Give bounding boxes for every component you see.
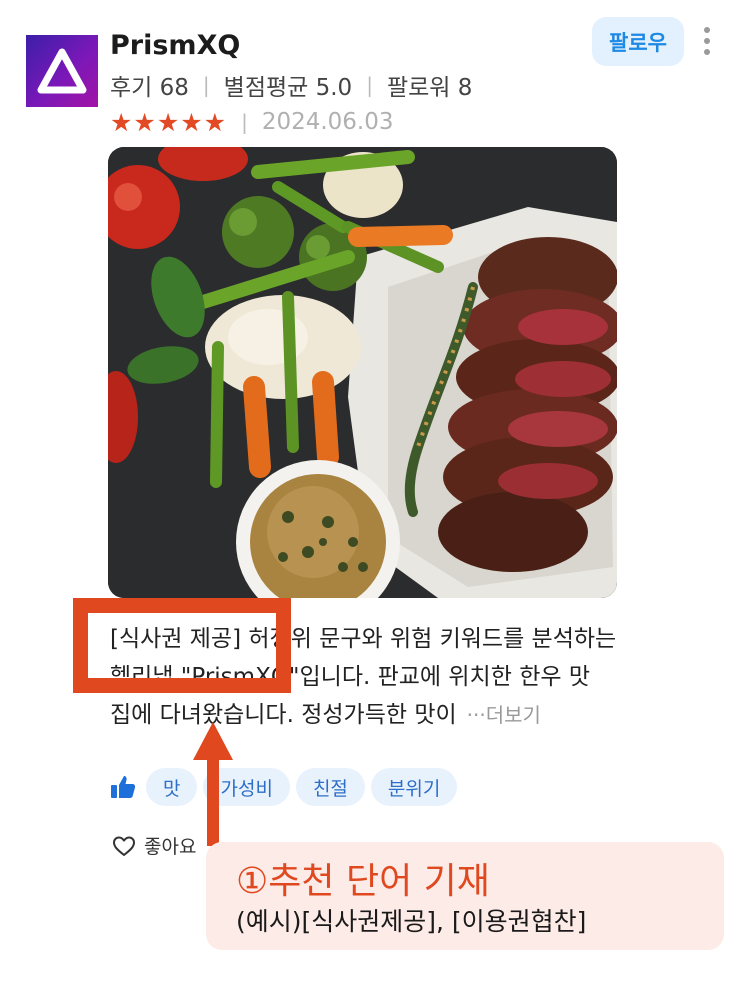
tag-kindness[interactable]: 친절 [295, 768, 365, 806]
follower-count: 팔로워 8 [386, 75, 473, 101]
callout-subtitle: (예시)[식사권제공], [이용권협찬] [236, 907, 587, 936]
tag-list: 맛 가성비 친절 분위기 [110, 768, 463, 806]
tag-taste[interactable]: 맛 [146, 768, 198, 806]
steak-dish-illustration [108, 147, 617, 598]
tag-atmosphere[interactable]: 분위기 [370, 768, 458, 806]
up-arrow-icon [193, 722, 233, 846]
review-line-1-text: 허정위 문구와 위험 키워드를 분석하는 [241, 626, 617, 652]
review-line-3-text: 집에 다녀왔습니다. 정성가득한 맛이 [110, 702, 457, 728]
more-vertical-icon[interactable] [696, 24, 718, 58]
username[interactable]: PrismXQ [110, 30, 240, 61]
like-label: 좋아요 [144, 836, 197, 858]
prism-logo-icon [37, 48, 87, 94]
review-date: 2024.06.03 [261, 109, 394, 135]
read-more-link[interactable]: ···더보기 [467, 703, 541, 727]
rating-row: ★★★★★ | 2024.06.03 [110, 105, 394, 139]
divider: | [366, 73, 373, 97]
avatar[interactable] [26, 35, 98, 107]
annotation-callout: ①추천 단어 기재 (예시)[식사권제공], [이용권협찬] [206, 842, 724, 950]
review-photo[interactable] [108, 147, 617, 598]
follow-button[interactable]: 팔로우 [592, 17, 684, 66]
thumbs-up-icon [111, 776, 136, 798]
user-stats: 후기 68 | 별점평균 5.0 | 팔로워 8 [110, 68, 472, 102]
heart-icon [113, 836, 135, 856]
callout-title: ①추천 단어 기재 [236, 861, 490, 902]
average-rating: 별점평균 5.0 [223, 75, 353, 101]
review-count: 후기 68 [110, 75, 189, 101]
like-button[interactable]: 좋아요 [112, 832, 196, 859]
star-rating: ★★★★★ [110, 107, 228, 137]
divider: | [202, 73, 210, 97]
divider: | [241, 110, 248, 134]
highlight-box [73, 598, 291, 693]
